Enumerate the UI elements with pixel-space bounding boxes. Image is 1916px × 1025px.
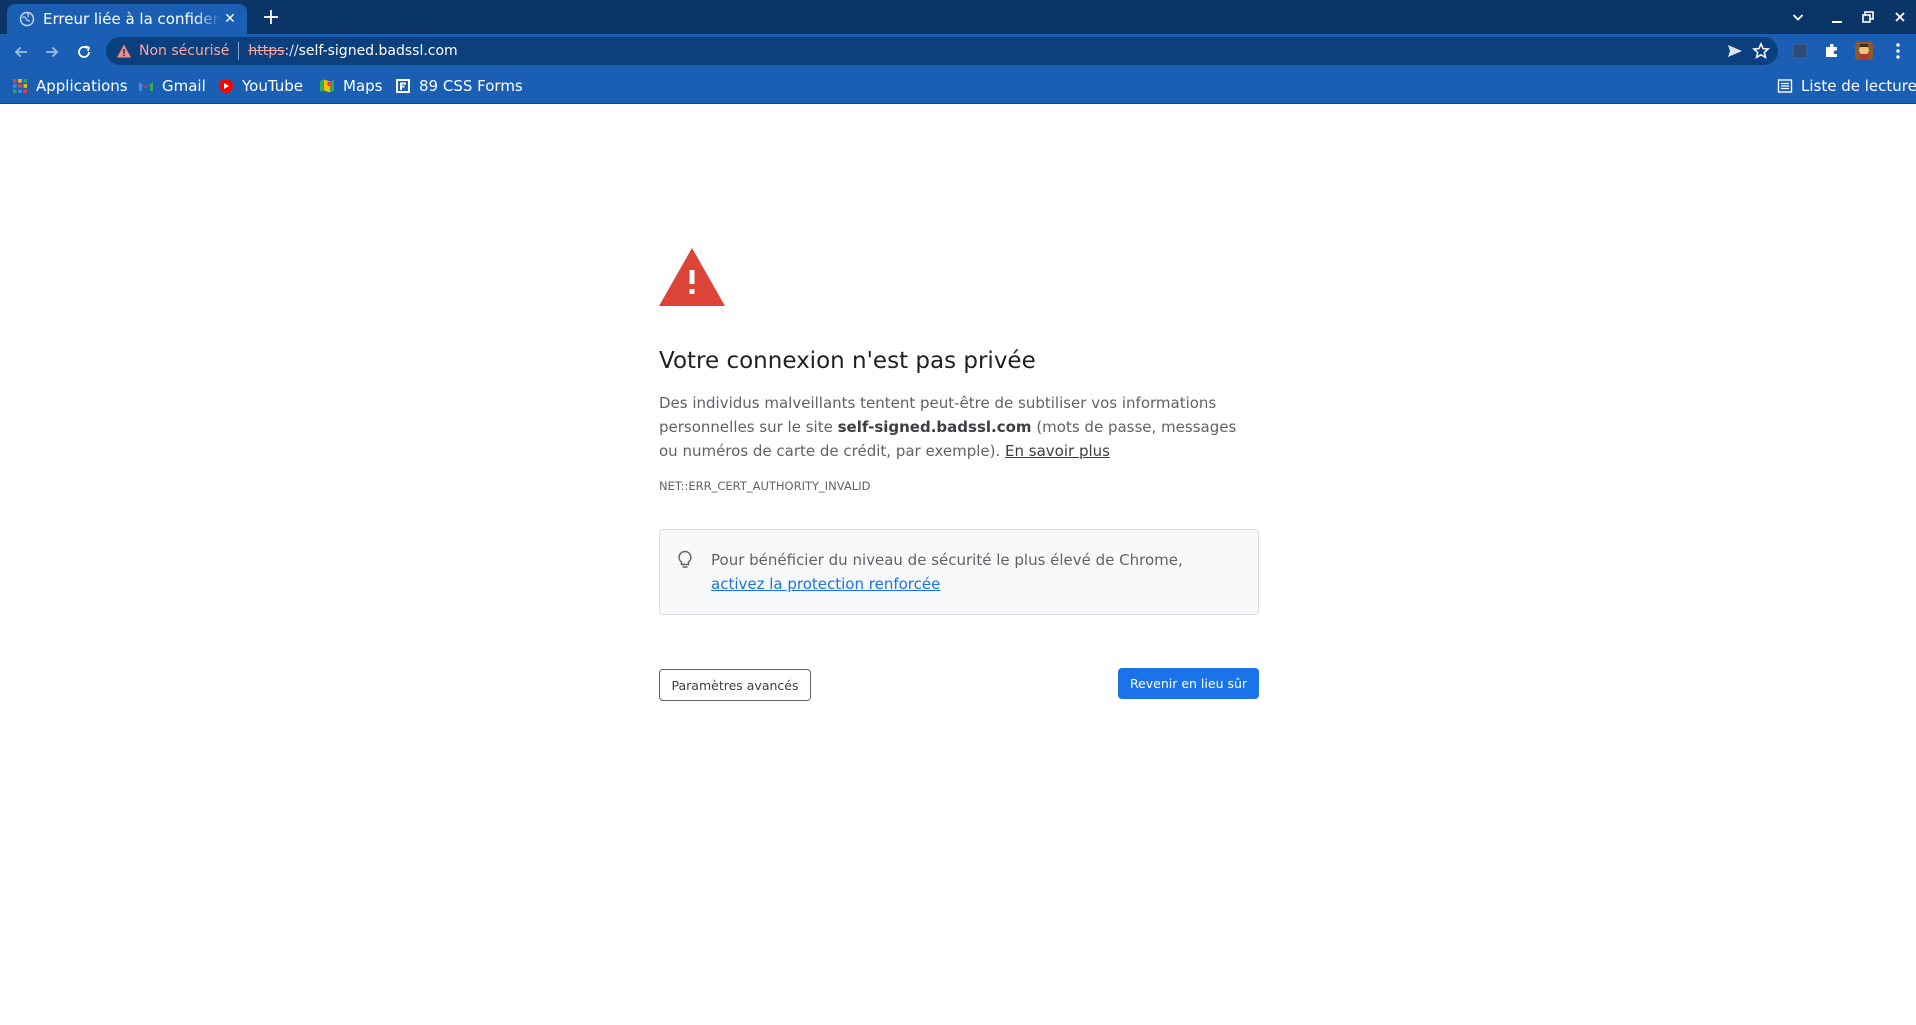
reading-list-icon <box>1777 79 1793 93</box>
address-bar[interactable]: Non sécurisé https://self-signed.badssl.… <box>106 37 1778 65</box>
tab-search-icon[interactable] <box>1786 6 1810 28</box>
warning-triangle-icon <box>659 248 725 306</box>
gmail-icon <box>139 82 153 91</box>
bookmark-label: Gmail <box>162 77 206 95</box>
advanced-settings-button[interactable]: Paramètres avancés <box>659 669 811 701</box>
profile-avatar[interactable] <box>1854 41 1874 61</box>
window-close-icon[interactable] <box>1888 6 1912 28</box>
send-icon[interactable] <box>1726 42 1744 60</box>
bookmark-label: YouTube <box>242 77 303 95</box>
bookmark-applications[interactable]: Applications <box>12 76 128 96</box>
enhanced-protection-text: Pour bénéficier du niveau de sécurité le… <box>711 551 1183 569</box>
action-buttons: Paramètres avancés Revenir en lieu sûr <box>659 668 1259 701</box>
omnibox-divider <box>238 42 240 60</box>
error-code: NET::ERR_CERT_AUTHORITY_INVALID <box>659 479 871 493</box>
tab-strip: Erreur liée à la confidentialité ✕ + <box>0 0 1916 34</box>
not-secure-warning-icon <box>117 44 131 58</box>
forward-arrow-icon[interactable] <box>39 39 65 65</box>
url-host: self-signed.badssl.com <box>298 43 458 59</box>
tab-title: Erreur liée à la confidentialité <box>43 10 221 28</box>
restore-icon[interactable] <box>1856 6 1880 28</box>
globe-icon <box>19 11 35 27</box>
forms-icon <box>396 79 410 93</box>
learn-more-link[interactable]: En savoir plus <box>1005 442 1110 460</box>
page-title: Votre connexion n'est pas privée <box>659 348 1036 374</box>
bookmark-label: Applications <box>36 77 128 95</box>
explanation-host: self-signed.badssl.com <box>837 418 1032 436</box>
page-content: Votre connexion n'est pas privée Des ind… <box>0 105 1916 1025</box>
reload-icon[interactable] <box>71 39 97 65</box>
url-separator: :// <box>284 43 299 59</box>
lightbulb-icon <box>678 550 692 568</box>
toolbar: Non sécurisé https://self-signed.badssl.… <box>0 34 1916 68</box>
tab-close-icon[interactable]: ✕ <box>221 10 239 28</box>
new-tab-button[interactable]: + <box>258 5 284 31</box>
back-to-safety-button[interactable]: Revenir en lieu sûr <box>1118 668 1259 699</box>
bookmark-gmail[interactable]: Gmail <box>138 76 206 96</box>
minimize-icon[interactable] <box>1825 6 1849 28</box>
reading-list-button[interactable]: Liste de lecture <box>1777 76 1916 96</box>
youtube-icon <box>219 79 233 93</box>
bookmark-maps[interactable]: Maps <box>319 76 382 96</box>
back-arrow-icon[interactable] <box>8 39 34 65</box>
reading-list-label: Liste de lecture <box>1801 77 1916 95</box>
apps-grid-icon <box>13 79 27 93</box>
bookmarks-bar: Applications Gmail YouTube Maps 89 CSS F… <box>0 68 1916 104</box>
enhanced-protection-link[interactable]: activez la protection renforcée <box>711 575 940 593</box>
bookmark-label: Maps <box>343 77 383 95</box>
maps-icon <box>320 79 334 93</box>
active-tab[interactable]: Erreur liée à la confidentialité ✕ <box>7 4 247 34</box>
url-scheme: https <box>248 43 285 59</box>
extension-icon[interactable] <box>1790 41 1810 61</box>
enhanced-protection-box: Pour bénéficier du niveau de sécurité le… <box>659 529 1259 615</box>
privacy-error-panel: Votre connexion n'est pas privée Des ind… <box>659 248 1259 615</box>
bookmark-youtube[interactable]: YouTube <box>218 76 303 96</box>
bookmark-star-icon[interactable] <box>1752 42 1770 60</box>
puzzle-extensions-icon[interactable] <box>1822 41 1842 61</box>
bookmark-label: 89 CSS Forms <box>419 77 523 95</box>
bookmark-89-css-forms[interactable]: 89 CSS Forms <box>395 76 523 96</box>
not-secure-label[interactable]: Non sécurisé <box>139 43 229 59</box>
kebab-menu-icon[interactable] <box>1888 41 1908 61</box>
error-explanation: Des individus malveillants tentent peut-… <box>659 391 1259 463</box>
